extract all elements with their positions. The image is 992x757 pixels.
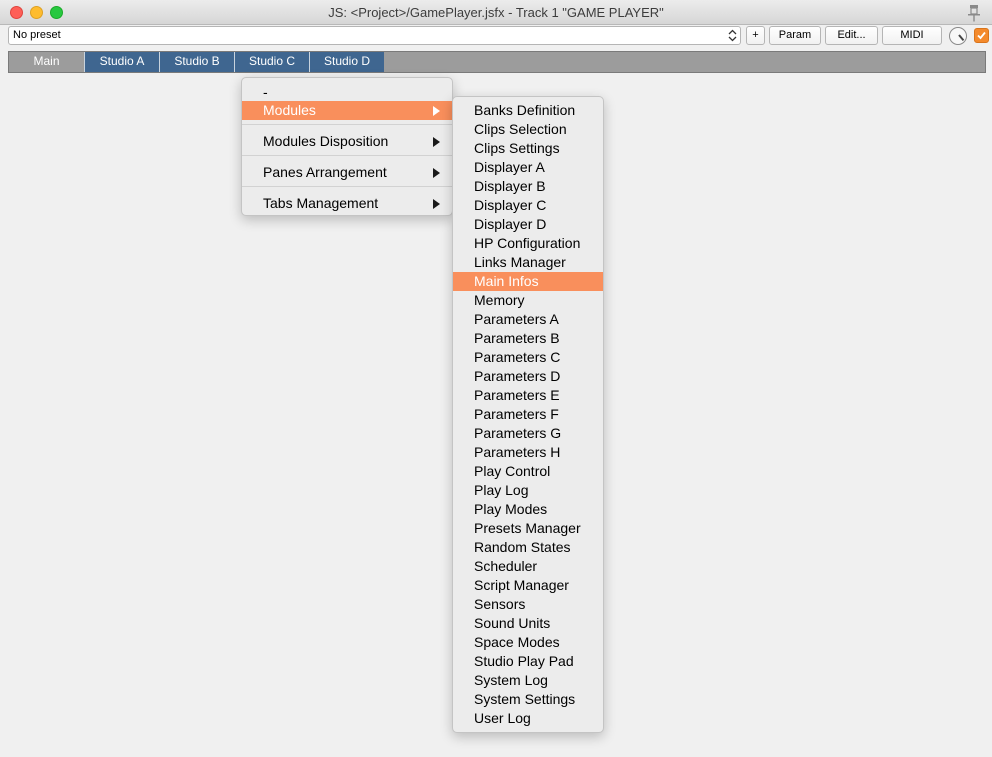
pin-icon[interactable] [966, 4, 982, 22]
module-item-space-modes[interactable]: Space Modes [453, 633, 603, 652]
module-item-parameters-d[interactable]: Parameters D [453, 367, 603, 386]
module-item-presets-manager[interactable]: Presets Manager [453, 519, 603, 538]
module-item-parameters-g[interactable]: Parameters G [453, 424, 603, 443]
context-menu: - Modules Modules Disposition Panes Arra… [241, 77, 453, 216]
module-item-hp-configuration[interactable]: HP Configuration [453, 234, 603, 253]
module-item-studio-play-pad[interactable]: Studio Play Pad [453, 652, 603, 671]
module-item-parameters-h[interactable]: Parameters H [453, 443, 603, 462]
module-item-sensors[interactable]: Sensors [453, 595, 603, 614]
tab-studio-d[interactable]: Studio D [309, 52, 384, 72]
module-item-clips-selection[interactable]: Clips Selection [453, 120, 603, 139]
menu-item-tabs-management[interactable]: Tabs Management [242, 194, 452, 213]
menu-item-modules[interactable]: Modules [242, 101, 452, 120]
module-item-displayer-a[interactable]: Displayer A [453, 158, 603, 177]
menu-item-modules-disposition[interactable]: Modules Disposition [242, 132, 452, 151]
window-title: JS: <Project>/GamePlayer.jsfx - Track 1 … [328, 5, 664, 20]
checkmark-icon [977, 31, 986, 40]
tab-bar: Main Studio A Studio B Studio C Studio D [8, 51, 986, 73]
menu-item-label: Modules [263, 102, 316, 118]
module-item-displayer-d[interactable]: Displayer D [453, 215, 603, 234]
enable-checkbox[interactable] [974, 28, 989, 43]
module-item-links-manager[interactable]: Links Manager [453, 253, 603, 272]
edit-button[interactable]: Edit... [825, 26, 878, 45]
menu-separator [242, 155, 452, 156]
module-item-parameters-a[interactable]: Parameters A [453, 310, 603, 329]
module-item-main-infos[interactable]: Main Infos [453, 272, 603, 291]
module-item-scheduler[interactable]: Scheduler [453, 557, 603, 576]
module-item-system-settings[interactable]: System Settings [453, 690, 603, 709]
menu-item-panes-arrangement[interactable]: Panes Arrangement [242, 163, 452, 182]
module-item-parameters-b[interactable]: Parameters B [453, 329, 603, 348]
add-preset-button[interactable]: + [746, 26, 765, 45]
submenu-arrow-icon [433, 168, 440, 178]
module-item-displayer-b[interactable]: Displayer B [453, 177, 603, 196]
menu-item-label: Tabs Management [263, 195, 379, 211]
modules-submenu: Banks Definition Clips Selection Clips Set… [452, 96, 604, 733]
tab-studio-c[interactable]: Studio C [234, 52, 309, 72]
module-item-system-log[interactable]: System Log [453, 671, 603, 690]
menu-separator [242, 124, 452, 125]
title-bar: JS: <Project>/GamePlayer.jsfx - Track 1 … [0, 0, 992, 25]
menu-item-label: Modules Disposition [263, 133, 389, 149]
wet-knob[interactable] [949, 27, 967, 45]
module-item-script-manager[interactable]: Script Manager [453, 576, 603, 595]
menu-item-dash[interactable]: - [242, 83, 452, 102]
module-item-play-modes[interactable]: Play Modes [453, 500, 603, 519]
submenu-arrow-icon [433, 137, 440, 147]
tab-studio-b[interactable]: Studio B [159, 52, 234, 72]
module-item-parameters-c[interactable]: Parameters C [453, 348, 603, 367]
submenu-arrow-icon [433, 199, 440, 209]
preset-value: No preset [13, 29, 61, 41]
module-item-play-log[interactable]: Play Log [453, 481, 603, 500]
updown-arrows-icon [728, 29, 737, 42]
module-item-sound-units[interactable]: Sound Units [453, 614, 603, 633]
module-item-parameters-e[interactable]: Parameters E [453, 386, 603, 405]
module-item-play-control[interactable]: Play Control [453, 462, 603, 481]
module-item-banks-definition[interactable]: Banks Definition [453, 101, 603, 120]
module-item-memory[interactable]: Memory [453, 291, 603, 310]
preset-select[interactable]: No preset [8, 26, 741, 45]
tab-main[interactable]: Main [9, 52, 84, 72]
submenu-arrow-icon [433, 106, 440, 116]
module-item-user-log[interactable]: User Log [453, 709, 603, 728]
tab-studio-a[interactable]: Studio A [84, 52, 159, 72]
module-item-random-states[interactable]: Random States [453, 538, 603, 557]
module-item-parameters-f[interactable]: Parameters F [453, 405, 603, 424]
midi-button[interactable]: MIDI [882, 26, 942, 45]
menu-item-label: Panes Arrangement [263, 164, 387, 180]
plugin-toolbar: No preset + Param Edit... MIDI [0, 25, 992, 47]
module-item-displayer-c[interactable]: Displayer C [453, 196, 603, 215]
menu-separator [242, 186, 452, 187]
module-item-clips-settings[interactable]: Clips Settings [453, 139, 603, 158]
param-button[interactable]: Param [769, 26, 821, 45]
